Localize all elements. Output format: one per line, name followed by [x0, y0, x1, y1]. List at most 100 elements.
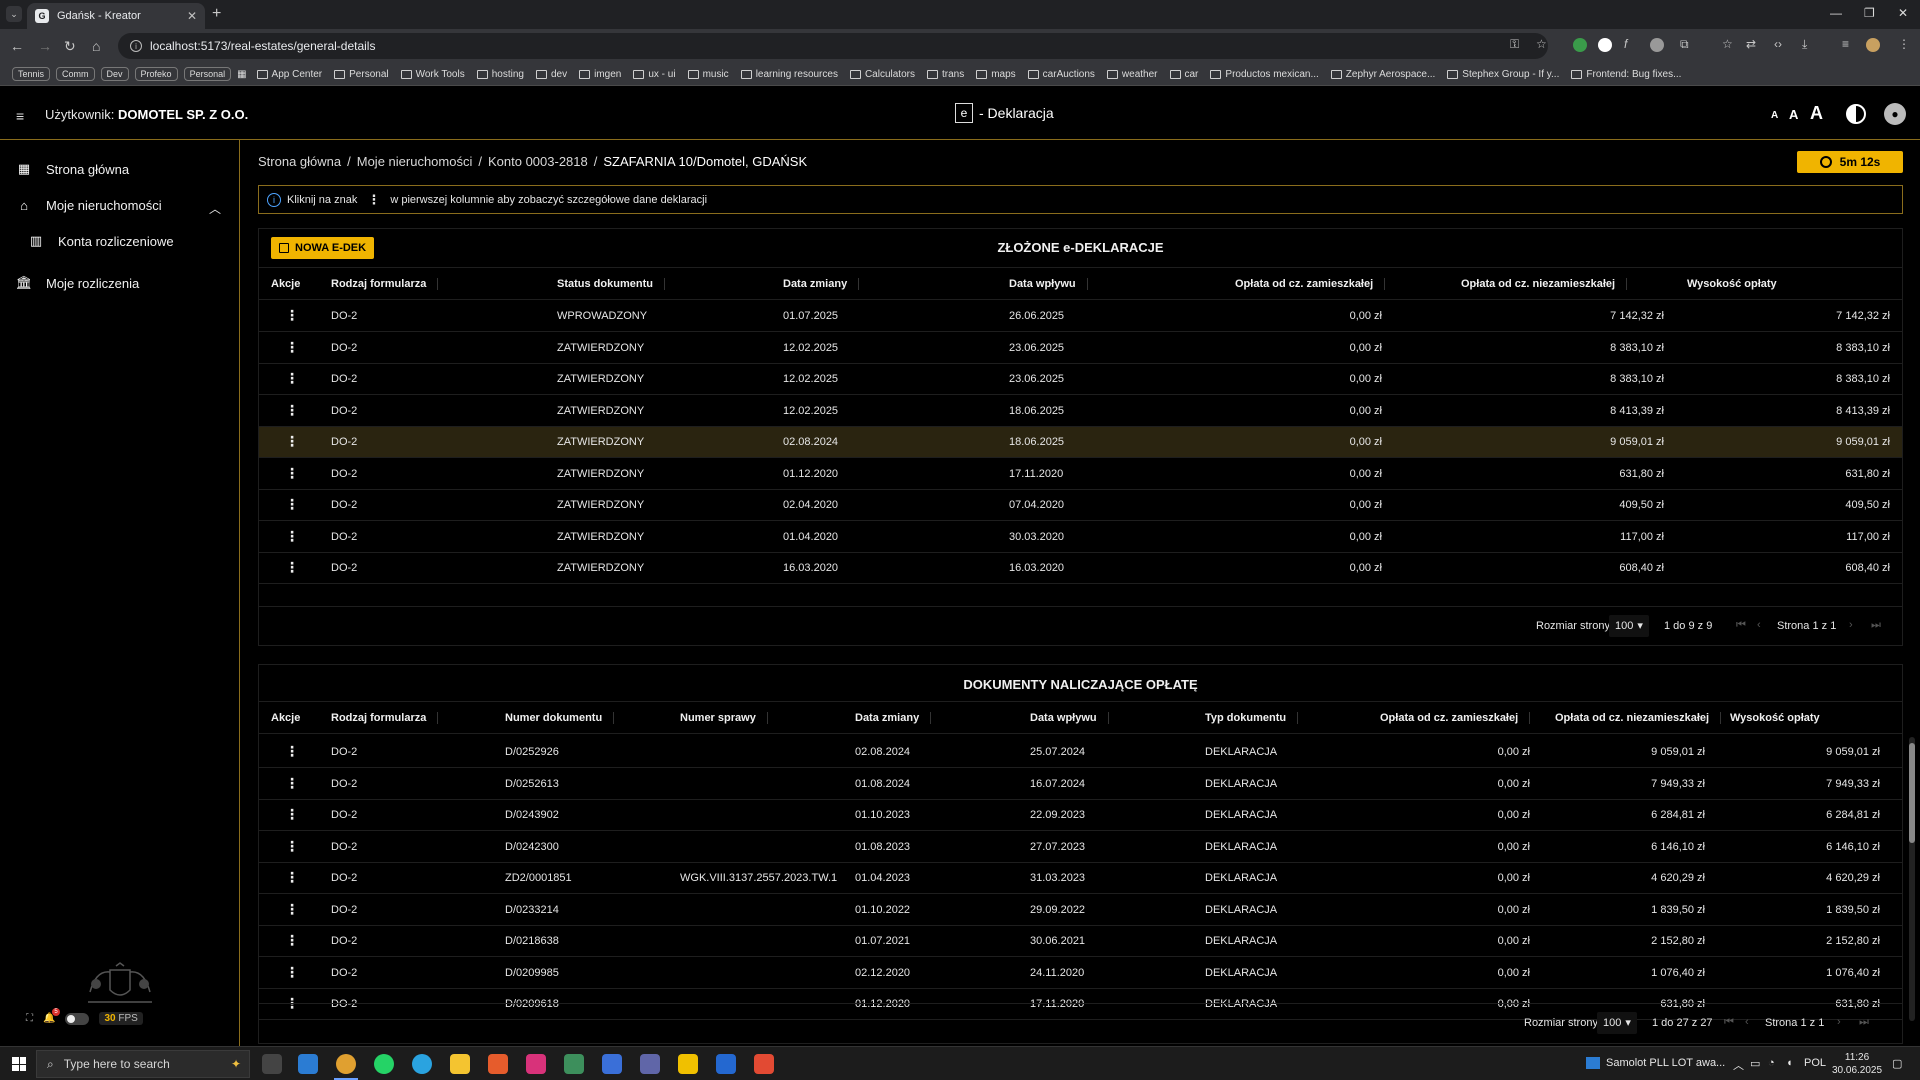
bookmark-item[interactable]: imgen — [579, 69, 621, 80]
tray-wifi-icon[interactable]: ◔ — [1768, 1057, 1775, 1069]
apps-grid-icon[interactable]: ▦ — [237, 69, 246, 80]
row-actions-kebab-icon[interactable]: ⋮ — [285, 744, 299, 758]
scrollbar-thumb[interactable] — [1909, 743, 1915, 843]
sidebar-item-home[interactable]: ▦ Strona główna — [16, 161, 129, 177]
first-page-icon[interactable]: ⏮ — [1724, 1016, 1734, 1029]
browser-menu-icon[interactable]: ⋮ — [1898, 37, 1910, 51]
bookmark-item[interactable]: Personal — [334, 69, 389, 80]
table-row[interactable]: ⋮ DO-2 ZATWIERDZONY 12.02.2025 18.06.2025 0,0… — [259, 396, 1902, 427]
sidebar-item-accounts[interactable]: ▥ Konta rozliczeniowe — [28, 233, 174, 249]
row-actions-kebab-icon[interactable]: ⋮ — [285, 340, 299, 354]
bookmark-pill[interactable]: Comm — [56, 67, 95, 81]
table-row[interactable]: ⋮ DO-2 ZATWIERDZONY 16.03.2020 16.03.2020 0,0… — [259, 553, 1902, 584]
table-row[interactable]: ⋮ DO-2 D/0252926 02.08.2024 25.07.2024 DEKLAR… — [259, 737, 1902, 768]
app-blue-icon[interactable] — [716, 1054, 736, 1074]
close-tab-icon[interactable]: ✕ — [187, 9, 197, 23]
row-actions-kebab-icon[interactable]: ⋮ — [285, 965, 299, 979]
profile-avatar-icon[interactable] — [1866, 38, 1880, 52]
table-row[interactable]: ⋮ DO-2 D/0233214 01.10.2022 29.09.2022 DEKLAR… — [259, 895, 1902, 926]
breadcrumb-link[interactable]: Konto 0003-2818 — [488, 154, 588, 169]
row-actions-kebab-icon[interactable]: ⋮ — [285, 434, 299, 448]
column-header[interactable]: Rodzaj formularza — [331, 712, 439, 724]
page-size-select[interactable]: 100 ▾ — [1609, 615, 1649, 637]
whatsapp-icon[interactable] — [374, 1054, 394, 1074]
browser-tab[interactable]: G Gdańsk - Kreator ✕ — [27, 3, 205, 29]
column-header[interactable]: Numer dokumentu — [505, 712, 615, 724]
table-row[interactable]: ⋮ DO-2 ZATWIERDZONY 01.12.2020 17.11.2020 0,0… — [259, 459, 1902, 490]
column-header[interactable]: Data zmiany — [783, 278, 860, 290]
font-size-small-button[interactable]: A — [1771, 110, 1778, 121]
table-row[interactable]: ⋮ DO-2 ZATWIERDZONY 12.02.2025 23.06.2025 0,0… — [259, 333, 1902, 364]
row-actions-kebab-icon[interactable]: ⋮ — [285, 560, 299, 574]
table-row[interactable]: ⋮ DO-2 ZATWIERDZONY 02.04.2020 07.04.2020 0,0… — [259, 490, 1902, 521]
table-row[interactable]: ⋮ DO-2 D/0242300 01.08.2023 27.07.2023 DEKLAR… — [259, 832, 1902, 863]
breadcrumb-link[interactable]: Moje nieruchomości — [357, 154, 473, 169]
windows-start-icon[interactable] — [12, 1057, 26, 1071]
translate-icon[interactable]: ⇄ — [1746, 37, 1756, 51]
fullscreen-icon[interactable]: ⛶ — [26, 1013, 33, 1024]
bookmark-item[interactable]: hosting — [476, 69, 524, 80]
file-explorer-icon[interactable] — [450, 1054, 470, 1074]
column-header[interactable]: Numer sprawy — [680, 712, 768, 724]
page-size-select[interactable]: 100 ▾ — [1597, 1012, 1637, 1034]
column-header[interactable]: Wysokość opłaty — [1730, 712, 1820, 724]
app-green-icon[interactable] — [564, 1054, 584, 1074]
column-header[interactable]: Akcje — [271, 278, 300, 290]
sidebar-item-properties[interactable]: ⌂ Moje nieruchomości — [16, 197, 162, 213]
row-actions-kebab-icon[interactable]: ⋮ — [285, 371, 299, 385]
bookmark-item[interactable]: ux - ui — [633, 69, 676, 80]
row-actions-kebab-icon[interactable]: ⋮ — [285, 776, 299, 790]
first-page-icon[interactable]: ⏮ — [1736, 619, 1746, 632]
extension-grey-icon[interactable] — [1650, 38, 1664, 52]
next-page-icon[interactable]: › — [1849, 619, 1853, 631]
bookmarks-icon[interactable]: ☆ — [1722, 37, 1733, 51]
column-header[interactable]: Typ dokumentu — [1205, 712, 1299, 724]
task-view-icon[interactable] — [262, 1054, 282, 1074]
shield-icon[interactable] — [602, 1054, 622, 1074]
bookmark-item[interactable]: Calculators — [849, 69, 915, 80]
home-icon[interactable]: ⌂ — [92, 38, 100, 54]
row-actions-kebab-icon[interactable]: ⋮ — [285, 529, 299, 543]
table-row[interactable]: ⋮ DO-2 ZATWIERDZONY 01.04.2020 30.03.2020 0,0… — [259, 522, 1902, 553]
last-page-icon[interactable]: ⏭ — [1871, 619, 1881, 632]
forward-icon[interactable]: → — [38, 38, 52, 54]
notification-preview[interactable]: Samolot PLL LOT awa... — [1586, 1057, 1725, 1070]
row-actions-kebab-icon[interactable]: ⋮ — [285, 403, 299, 417]
reload-icon[interactable]: ↻ — [64, 38, 76, 55]
password-key-icon[interactable]: ⚿ — [1510, 37, 1519, 52]
restore-icon[interactable]: ❐ — [1864, 6, 1875, 20]
bookmark-pill[interactable]: Dev — [100, 67, 129, 81]
app-pink-icon[interactable] — [526, 1054, 546, 1074]
bookmark-item[interactable]: App Center — [256, 69, 322, 80]
minimize-icon[interactable]: — — [1830, 6, 1842, 20]
breadcrumb-link[interactable]: Strona główna — [258, 154, 341, 169]
bookmark-pill[interactable]: Tennis — [12, 67, 51, 81]
sticky-notes-icon[interactable] — [678, 1054, 698, 1074]
row-actions-kebab-icon[interactable]: ⋮ — [285, 933, 299, 947]
menu-collapse-icon[interactable]: ≡ — [16, 108, 24, 124]
extensions-puzzle-icon[interactable]: ⧉ — [1680, 37, 1689, 52]
devtools-icon[interactable]: ‹› — [1774, 37, 1782, 51]
site-info-icon[interactable]: i — [130, 40, 142, 52]
column-header[interactable]: Data wpływu — [1009, 278, 1088, 290]
table-row[interactable]: ⋮ DO-2 D/0209985 02.12.2020 24.11.2020 DEKLAR… — [259, 958, 1902, 989]
tab-search-icon[interactable]: ⌄ — [6, 6, 22, 22]
extension-fx-icon[interactable]: f — [1624, 37, 1627, 51]
app-orange-icon[interactable] — [488, 1054, 508, 1074]
table-row[interactable]: ⋮ DO-2 WPROWADZONY 01.07.2025 26.06.2025 0,00… — [259, 301, 1902, 332]
new-tab-icon[interactable]: + — [212, 5, 221, 23]
row-actions-kebab-icon[interactable]: ⋮ — [285, 497, 299, 511]
extension-white-icon[interactable] — [1598, 38, 1612, 52]
column-header[interactable]: Akcje — [271, 712, 300, 724]
user-avatar-icon[interactable]: ● — [1884, 103, 1906, 125]
table-row[interactable]: ⋮ DO-2 ZATWIERDZONY 02.08.2024 18.06.2025 0,0… — [259, 427, 1902, 458]
column-header[interactable]: Data zmiany — [855, 712, 932, 724]
column-header[interactable]: Opłata od cz. niezamieszkałej — [1555, 712, 1722, 724]
table-row[interactable]: ⋮ DO-2 ZD2/0001851 WGK.VIII.3137.2557.2023.… — [259, 863, 1902, 894]
bookmark-item[interactable]: car — [1169, 69, 1198, 80]
row-actions-kebab-icon[interactable]: ⋮ — [285, 308, 299, 322]
taskbar-search[interactable]: ⌕ Type here to search ✦ — [36, 1050, 250, 1078]
keyboard-language[interactable]: POL — [1804, 1057, 1826, 1069]
vscode-icon[interactable] — [298, 1054, 318, 1074]
bookmark-item[interactable]: dev — [535, 69, 567, 80]
